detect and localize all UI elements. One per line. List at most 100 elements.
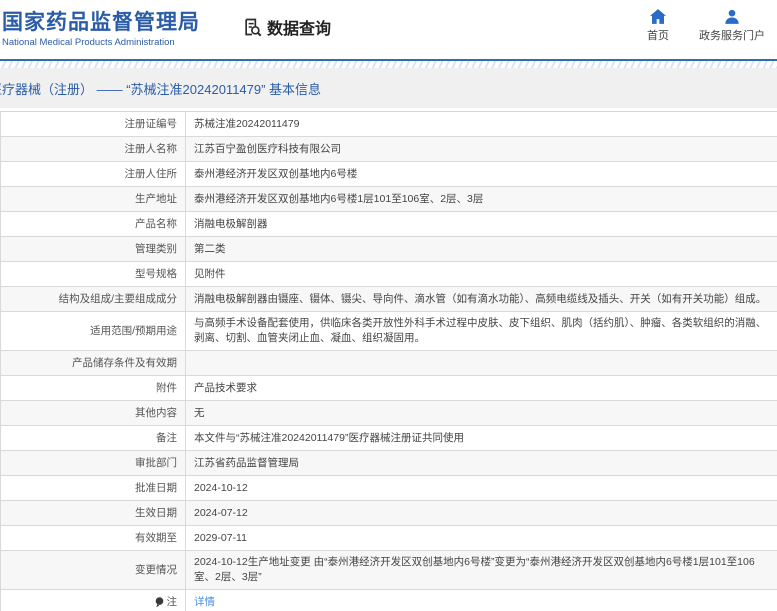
table-row: 注册人名称 江苏百宁盈创医疗科技有限公司: [1, 137, 777, 162]
row-value: 本文件与“苏械注准20242011479”医疗器械注册证共同使用: [186, 426, 777, 450]
table-row: 注册证编号 苏械注准20242011479: [1, 112, 777, 137]
row-value-text: 泰州港经济开发区双创基地内6号楼: [194, 167, 358, 180]
row-value-text: 2024-10-12: [194, 481, 248, 494]
row-value: 消融电极解剖器由镊座、镊体、镊尖、导向件、滴水管（如有滴水功能）、高频电缆线及插…: [186, 287, 777, 311]
table-row: 生产地址 泰州港经济开发区双创基地内6号楼1层101至106室、2层、3层: [1, 187, 777, 212]
row-value-text: 消融电极解剖器: [194, 217, 268, 230]
document-search-icon: [242, 17, 262, 37]
table-row: 生效日期 2024-07-12: [1, 501, 777, 526]
row-label-text: 批准日期: [135, 481, 177, 494]
row-label-text: 管理类别: [135, 242, 177, 255]
table-row: 结构及组成/主要组成成分 消融电极解剖器由镊座、镊体、镊尖、导向件、滴水管（如有滴…: [1, 287, 777, 312]
table-row: 批准日期 2024-10-12: [1, 476, 777, 501]
row-label: 生效日期: [1, 501, 186, 525]
detail-link[interactable]: 详情: [194, 595, 215, 610]
row-value: 泰州港经济开发区双创基地内6号楼: [186, 162, 777, 186]
nav-gov-portal-label: 政务服务门户: [699, 30, 765, 42]
row-value: 2024-10-12生产地址变更 由“泰州港经济开发区双创基地内6号楼”变更为“…: [186, 551, 777, 589]
row-label: 批准日期: [1, 476, 186, 500]
data-query-link[interactable]: 数据查询: [242, 15, 331, 39]
row-value: 江苏省药品监督管理局: [186, 451, 777, 475]
table-row: 注册人住所 泰州港经济开发区双创基地内6号楼: [1, 162, 777, 187]
row-value: 泰州港经济开发区双创基地内6号楼1层101至106室、2层、3层: [186, 187, 777, 211]
row-label: 注: [1, 590, 186, 611]
row-label: 适用范围/预期用途: [1, 312, 186, 350]
nav-home[interactable]: 首页: [647, 9, 669, 43]
row-label-text: 型号规格: [135, 267, 177, 280]
table-row: 产品储存条件及有效期: [1, 351, 777, 376]
row-label-text: 结构及组成/主要组成成分: [58, 292, 177, 305]
row-label-text: 备注: [156, 431, 177, 444]
row-label-text: 产品储存条件及有效期: [72, 356, 177, 369]
top-nav: 首页 政务服务门户: [647, 9, 765, 43]
row-value: 产品技术要求: [186, 376, 777, 400]
row-label-text: 审批部门: [135, 456, 177, 469]
nav-gov-portal[interactable]: 政务服务门户: [699, 9, 765, 43]
row-label-text: 有效期至: [135, 531, 177, 544]
row-value-text: 消融电极解剖器由镊座、镊体、镊尖、导向件、滴水管（如有滴水功能）、高频电缆线及插…: [194, 292, 767, 305]
table-row: 变更情况 2024-10-12生产地址变更 由“泰州港经济开发区双创基地内6号楼”…: [1, 551, 777, 590]
table-row: 产品名称 消融电极解剖器: [1, 212, 777, 237]
home-icon: [650, 9, 666, 24]
table-row: 有效期至 2029-07-11: [1, 526, 777, 551]
row-value: 第二类: [186, 237, 777, 261]
row-label: 注册人住所: [1, 162, 186, 186]
table-row: 附件 产品技术要求: [1, 376, 777, 401]
row-value-text: 2024-07-12: [194, 506, 248, 519]
row-label: 生产地址: [1, 187, 186, 211]
row-value-text: 泰州港经济开发区双创基地内6号楼1层101至106室、2层、3层: [194, 192, 484, 205]
registration-info-table: 注册证编号 苏械注准20242011479 注册人名称 江苏百宁盈创医疗科技有限公司注…: [0, 111, 777, 611]
row-value: 与高频手术设备配套使用，供临床各类开放性外科手术过程中皮肤、皮下组织、肌肉（括约…: [186, 312, 777, 350]
row-value: 江苏百宁盈创医疗科技有限公司: [186, 137, 777, 161]
table-row: 型号规格 见附件: [1, 262, 777, 287]
note-pin-icon: [155, 596, 164, 608]
row-label-text: 附件: [156, 381, 177, 394]
row-value-text: 本文件与“苏械注准20242011479”医疗器械注册证共同使用: [194, 431, 464, 444]
row-label-text: 生效日期: [135, 506, 177, 519]
row-label: 产品名称: [1, 212, 186, 236]
table-row: 适用范围/预期用途 与高频手术设备配套使用，供临床各类开放性外科手术过程中皮肤、皮…: [1, 312, 777, 351]
row-value-text: 第二类: [194, 242, 226, 255]
row-label-text: 注册人住所: [124, 167, 178, 180]
row-label: 型号规格: [1, 262, 186, 286]
row-label-text: 注册人名称: [124, 142, 178, 155]
breadcrumb: 医疗器械（注册） —— “苏械注准20242011479” 基本信息: [0, 81, 322, 97]
row-label-text: 注: [166, 595, 178, 608]
row-label: 注册人名称: [1, 137, 186, 161]
row-value-text: 产品技术要求: [194, 381, 257, 394]
table-row: 其他内容 无: [1, 401, 777, 426]
row-value-text: 无: [194, 406, 205, 419]
row-value-text: 见附件: [194, 267, 226, 280]
nmpa-logo[interactable]: 国家药品监督管理局 National Medical Products Admi…: [0, 11, 200, 47]
row-value: 见附件: [186, 262, 777, 286]
user-icon: [724, 9, 740, 24]
row-label: 注册证编号: [1, 112, 186, 136]
row-label-text: 注册证编号: [124, 117, 178, 130]
row-label: 变更情况: [1, 551, 186, 589]
row-value-text: 江苏省药品监督管理局: [194, 456, 299, 469]
row-value-text: 2024-10-12生产地址变更 由“泰州港经济开发区双创基地内6号楼”变更为“…: [194, 556, 755, 583]
row-value-text: 与高频手术设备配套使用，供临床各类开放性外科手术过程中皮肤、皮下组织、肌肉（括约…: [194, 317, 767, 344]
row-value: 无: [186, 401, 777, 425]
row-value: 详情: [186, 590, 777, 611]
row-label-text: 适用范围/预期用途: [90, 324, 177, 337]
logo-title: 国家药品监督管理局: [2, 11, 200, 35]
logo-subtitle: National Medical Products Administration: [2, 36, 175, 48]
row-label: 审批部门: [1, 451, 186, 475]
row-value: 苏械注准20242011479: [186, 112, 777, 136]
row-label: 其他内容: [1, 401, 186, 425]
row-value-text: 2029-07-11: [194, 531, 247, 544]
row-value-text: 苏械注准20242011479: [194, 117, 300, 130]
header-separator-hatch: [0, 61, 777, 68]
breadcrumb-bar: 医疗器械（注册） —— “苏械注准20242011479” 基本信息: [0, 68, 777, 108]
row-value: 2029-07-11: [186, 526, 777, 550]
row-value: 消融电极解剖器: [186, 212, 777, 236]
row-label: 结构及组成/主要组成成分: [1, 287, 186, 311]
row-label-text: 产品名称: [135, 217, 177, 230]
row-label: 产品储存条件及有效期: [1, 351, 186, 375]
row-label-text: 生产地址: [135, 192, 177, 205]
row-label: 附件: [1, 376, 186, 400]
nav-home-label: 首页: [647, 30, 669, 42]
row-value: 2024-07-12: [186, 501, 777, 525]
site-header: 国家药品监督管理局 National Medical Products Admi…: [0, 0, 777, 59]
